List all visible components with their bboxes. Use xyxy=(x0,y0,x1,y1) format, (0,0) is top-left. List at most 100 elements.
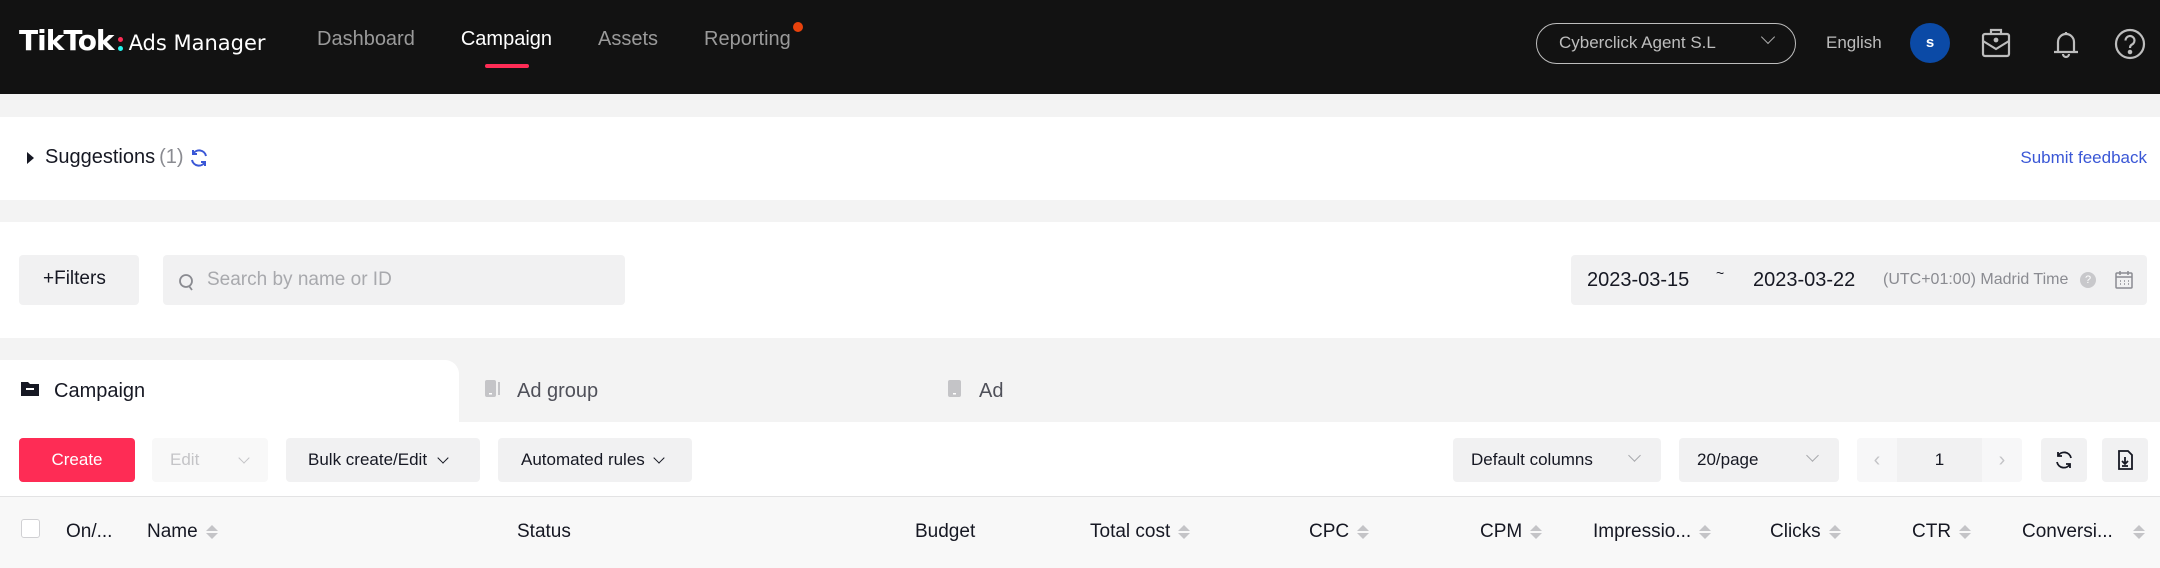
bulk-create-edit-dropdown[interactable]: Bulk create/Edit xyxy=(286,438,480,482)
logo-colon-icon xyxy=(117,31,123,51)
action-toolbar: Create Edit Bulk create/Edit Automated r… xyxy=(0,422,2160,496)
chevron-down-icon xyxy=(1760,29,1776,45)
sort-icon[interactable] xyxy=(1828,525,1841,539)
column-header[interactable]: CPM xyxy=(1480,521,1543,543)
ad-group-icon xyxy=(483,378,503,404)
nav-dashboard-label: Dashboard xyxy=(317,28,415,50)
tiktok-ads-manager-logo[interactable]: TikTok Ads Manager xyxy=(19,24,266,57)
submit-feedback-link[interactable]: Submit feedback xyxy=(2020,148,2147,168)
column-header[interactable]: Clicks xyxy=(1770,521,1841,543)
column-header[interactable]: CPC xyxy=(1309,521,1370,543)
nav-dashboard[interactable]: Dashboard xyxy=(317,28,415,51)
filters-button[interactable]: +Filters xyxy=(19,255,139,305)
search-box xyxy=(163,255,625,305)
logo-product: Ads Manager xyxy=(128,30,266,55)
tab-ad[interactable]: Ad xyxy=(945,360,1003,422)
tab-campaign-label: Campaign xyxy=(54,379,146,402)
nav-campaign-label: Campaign xyxy=(460,28,553,50)
notification-dot xyxy=(792,22,803,32)
edit-label: Edit xyxy=(170,450,200,469)
timezone-label: (UTC+01:00) Madrid Time xyxy=(1883,271,2069,288)
column-header[interactable]: CTR xyxy=(1912,521,1972,543)
account-selector[interactable]: Cyberclick Agent S.L xyxy=(1536,23,1796,64)
table-header: On/... Name Status Budget Total cost CPC… xyxy=(0,496,2160,568)
suggestions-toggle[interactable]: Suggestions (1) xyxy=(45,146,184,169)
tab-ad-group-label: Ad group xyxy=(517,379,599,402)
select-all-checkbox[interactable] xyxy=(21,519,40,538)
tab-ad-group[interactable]: Ad group xyxy=(483,360,598,422)
column-header[interactable]: Name xyxy=(147,521,218,543)
create-button[interactable]: Create xyxy=(19,438,135,482)
refresh-icon[interactable] xyxy=(188,147,210,169)
calendar-icon[interactable] xyxy=(2113,269,2135,297)
refresh-icon xyxy=(2056,451,2072,469)
prev-page-button[interactable]: ‹ xyxy=(1857,438,1897,482)
end-date[interactable]: 2023-03-22 xyxy=(1753,269,1855,292)
main-nav: Dashboard Campaign Assets Reporting xyxy=(317,22,837,68)
start-date[interactable]: 2023-03-15 xyxy=(1587,269,1689,292)
tab-ad-label: Ad xyxy=(979,379,1004,402)
chevron-down-icon xyxy=(238,451,250,464)
pagination: ‹ 1 › xyxy=(1857,438,2022,482)
current-page[interactable]: 1 xyxy=(1897,450,1982,470)
help-icon[interactable] xyxy=(2110,24,2150,64)
bell-icon[interactable] xyxy=(2046,24,2086,64)
avatar[interactable]: s xyxy=(1910,23,1950,63)
info-icon[interactable]: ? xyxy=(2080,272,2096,288)
export-button[interactable] xyxy=(2102,438,2148,482)
page-size-select[interactable]: 20/page xyxy=(1679,438,1839,482)
sort-icon[interactable] xyxy=(1959,525,1972,539)
folder-icon xyxy=(20,378,40,404)
sort-icon[interactable] xyxy=(1699,525,1712,539)
chevron-down-icon xyxy=(1806,449,1819,462)
edit-dropdown: Edit xyxy=(152,438,268,482)
nav-campaign[interactable]: Campaign xyxy=(460,28,553,68)
column-label: Status xyxy=(517,521,571,542)
suggestions-count: (1) xyxy=(159,146,184,168)
briefcase-icon[interactable] xyxy=(1976,24,2016,64)
language-selector[interactable]: English xyxy=(1826,33,1882,53)
page-size-label: 20/page xyxy=(1697,450,1759,469)
column-label: Budget xyxy=(915,521,976,542)
column-label: Clicks xyxy=(1770,521,1821,542)
columns-select[interactable]: Default columns xyxy=(1453,438,1661,482)
column-label: CPM xyxy=(1480,521,1523,542)
logo-brand: TikTok xyxy=(19,24,115,57)
sort-icon[interactable] xyxy=(1530,525,1543,539)
column-label: On/... xyxy=(66,521,113,542)
column-header[interactable]: Budget xyxy=(915,521,975,543)
sort-icon[interactable] xyxy=(2132,525,2145,539)
suggestions-panel: Suggestions (1) Submit feedback xyxy=(0,117,2160,200)
columns-label: Default columns xyxy=(1471,450,1593,469)
sort-icon[interactable] xyxy=(1357,525,1370,539)
search-input[interactable] xyxy=(207,255,607,305)
tab-campaign[interactable]: Campaign xyxy=(0,360,459,422)
column-header[interactable]: On/... xyxy=(66,521,112,543)
expand-triangle-icon[interactable] xyxy=(27,152,34,164)
column-label: Impressio... xyxy=(1593,521,1692,542)
column-label: CTR xyxy=(1912,521,1952,542)
column-label: Name xyxy=(147,521,198,542)
suggestions-title: Suggestions xyxy=(45,146,156,168)
sort-icon[interactable] xyxy=(205,525,218,539)
column-label: CPC xyxy=(1309,521,1350,542)
next-page-button[interactable]: › xyxy=(1982,438,2022,482)
account-name: Cyberclick Agent S.L xyxy=(1559,33,1716,52)
nav-assets[interactable]: Assets xyxy=(598,28,658,51)
refresh-button[interactable] xyxy=(2041,438,2087,482)
automated-rules-dropdown[interactable]: Automated rules xyxy=(498,438,692,482)
column-header[interactable]: Total cost xyxy=(1090,521,1191,543)
nav-reporting-label: Reporting xyxy=(704,28,791,50)
column-header[interactable]: Status xyxy=(517,521,571,543)
date-separator: ~ xyxy=(1716,265,1725,281)
sort-icon[interactable] xyxy=(1178,525,1191,539)
ad-icon xyxy=(945,378,965,404)
column-label: Total cost xyxy=(1090,521,1171,542)
nav-assets-label: Assets xyxy=(598,28,659,50)
date-range-picker[interactable]: 2023-03-15 ~ 2023-03-22 (UTC+01:00) Madr… xyxy=(1571,255,2147,305)
nav-reporting[interactable]: Reporting xyxy=(704,22,803,51)
column-header[interactable]: Conversi... xyxy=(2022,521,2145,543)
level-tabs: Campaign Ad group Ad xyxy=(0,360,2160,422)
column-header[interactable]: Impressio... xyxy=(1593,521,1712,543)
create-label: Create xyxy=(51,450,103,469)
